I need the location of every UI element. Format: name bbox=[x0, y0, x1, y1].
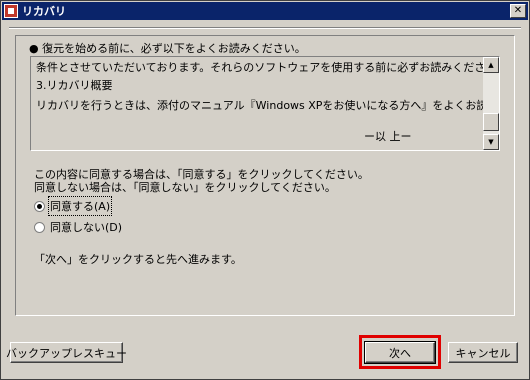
cancel-button[interactable]: キャンセル bbox=[448, 342, 518, 363]
close-button[interactable]: ✕ bbox=[510, 4, 526, 18]
radio-agree[interactable]: 同意する(A) bbox=[34, 196, 113, 216]
intro-text: ● 復元を始める前に、必ず以下をよくお読みください。 bbox=[29, 42, 306, 55]
backup-rescue-button[interactable]: バックアップレスキュー bbox=[6, 342, 127, 363]
radio-selected-dot bbox=[37, 203, 42, 209]
textbox-line: 条件とさせていただいております。それらのソフトウェアを使用する前に必ずお読みくだ… bbox=[36, 61, 500, 74]
window-title: リカバリ bbox=[22, 5, 66, 18]
recovery-dialog: リカバリ ✕ ● 復元を始める前に、必ず以下をよくお読みください。 条件とさせて… bbox=[0, 0, 530, 380]
textbox-line: リカバリを行うときは、添付のマニュアル『Windows XPをお使いになる方へ』… bbox=[36, 99, 499, 112]
radio-disagree-label[interactable]: 同意しない(D) bbox=[50, 219, 122, 235]
radio-agree-circle[interactable] bbox=[34, 200, 45, 212]
vertical-scrollbar[interactable]: ▲ ▼ bbox=[483, 57, 499, 150]
license-textbox[interactable]: 条件とさせていただいております。それらのソフトウェアを使用する前に必ずお読みくだ… bbox=[30, 56, 500, 151]
scroll-down-icon[interactable]: ▼ bbox=[483, 134, 499, 150]
scroll-thumb[interactable] bbox=[483, 113, 499, 131]
scroll-up-icon[interactable]: ▲ bbox=[483, 57, 499, 73]
instruction-disagree: 同意しない場合は、「同意しない」をクリックしてください。 bbox=[34, 181, 336, 194]
textbox-line: ー以 上ー bbox=[364, 130, 412, 143]
radio-agree-label[interactable]: 同意する(A) bbox=[47, 196, 113, 216]
title-bar[interactable]: リカバリ ✕ bbox=[2, 2, 528, 20]
next-hint: 「次へ」をクリックすると先へ進みます。 bbox=[34, 253, 242, 266]
radio-disagree[interactable]: 同意しない(D) bbox=[34, 219, 122, 235]
radio-disagree-circle[interactable] bbox=[34, 221, 45, 233]
top-divider bbox=[9, 27, 521, 29]
textbox-line: 3.リカバリ概要 bbox=[36, 79, 113, 92]
next-button[interactable]: 次へ bbox=[364, 341, 436, 364]
app-icon bbox=[4, 4, 18, 18]
